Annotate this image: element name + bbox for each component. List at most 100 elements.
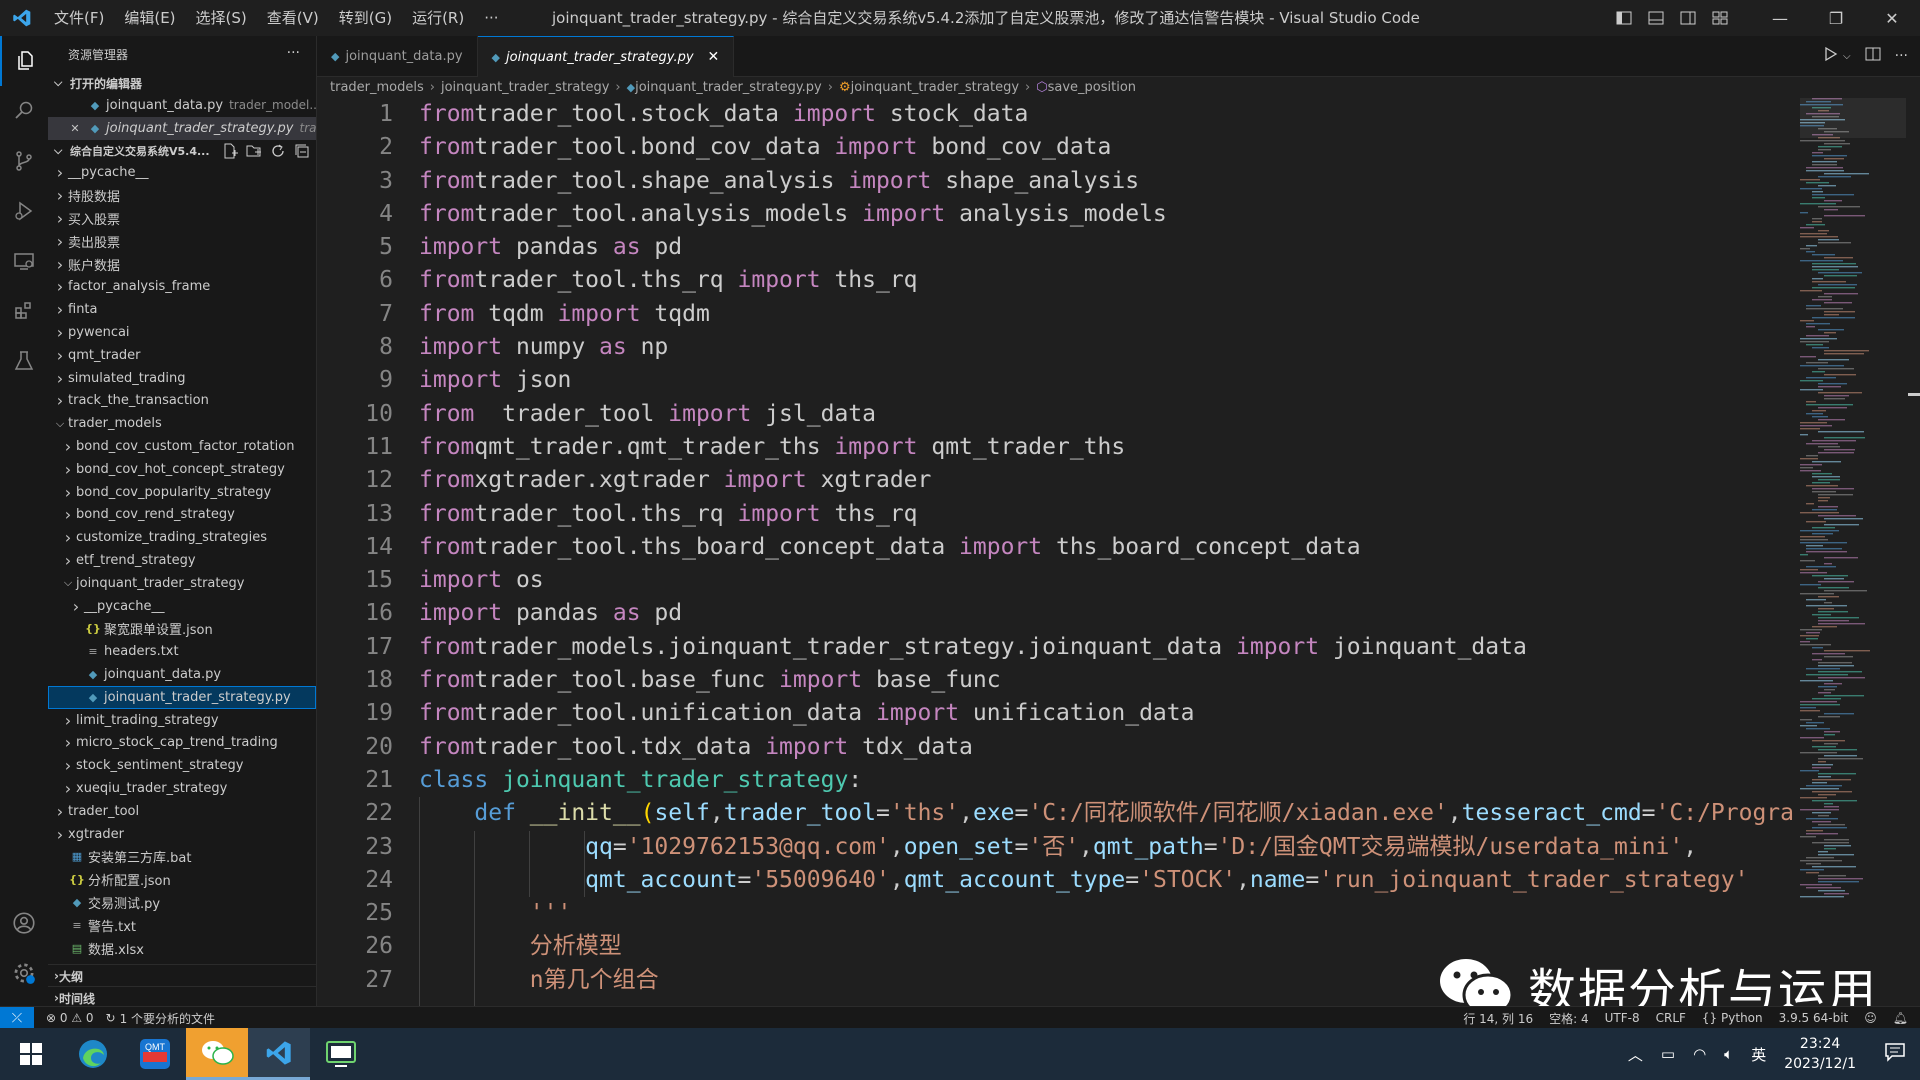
extensions-icon[interactable] (0, 286, 48, 336)
tree-folder[interactable]: › 卖出股票 (48, 230, 316, 253)
split-editor-icon[interactable] (1865, 46, 1881, 66)
tree-file[interactable]: ◆ 交易测试.py (48, 891, 316, 914)
tree-folder[interactable]: › etf_trend_strategy (48, 549, 316, 572)
menu-item-5[interactable]: 运行(R) (402, 0, 474, 36)
collapse-all-icon[interactable] (294, 143, 310, 159)
feedback-icon[interactable]: ☺ (1864, 1011, 1877, 1025)
tree-folder[interactable]: ⌵ joinquant_trader_strategy (48, 572, 316, 595)
tree-folder[interactable]: › xueqiu_trader_strategy (48, 777, 316, 800)
tree-folder[interactable]: › bond_cov_custom_factor_rotation (48, 435, 316, 458)
show-hidden-icons-icon[interactable]: ︿ (1628, 1044, 1643, 1065)
stock-app-icon[interactable]: QMT (124, 1028, 186, 1080)
edge-browser-icon[interactable] (62, 1028, 124, 1080)
tree-folder[interactable]: › stock_sentiment_strategy (48, 754, 316, 777)
line-ending[interactable]: CRLF (1656, 1011, 1686, 1025)
menu-item-2[interactable]: 选择(S) (186, 0, 257, 36)
outline-section[interactable]: › 大纲 (48, 964, 322, 987)
accounts-icon[interactable] (0, 898, 48, 948)
breadcrumb-item[interactable]: joinquant_trader_strategy (851, 80, 1019, 95)
python-interpreter[interactable]: 3.9.5 64-bit (1779, 1011, 1849, 1025)
tree-folder[interactable]: › finta (48, 298, 316, 321)
minimap[interactable] (1800, 98, 1912, 1002)
cursor-position[interactable]: 行 14, 列 16 (1463, 1010, 1533, 1027)
open-editor-item[interactable]: ✕ ◆ joinquant_trader_strategy.py tra... (48, 116, 316, 140)
breadcrumb-item[interactable]: joinquant_trader_strategy (441, 80, 609, 95)
tree-folder[interactable]: › pywencai (48, 321, 316, 344)
volume-icon[interactable]: 🔈︎ (1724, 1045, 1733, 1063)
tree-folder[interactable]: › xgtrader (48, 823, 316, 846)
new-folder-icon[interactable] (246, 143, 262, 159)
tree-file[interactable]: ▤ 数据.xlsx (48, 937, 316, 960)
chevron-down-icon[interactable]: ⌵ (1843, 51, 1851, 62)
tree-folder[interactable]: › trader_tool (48, 800, 316, 823)
refresh-icon[interactable] (270, 143, 286, 159)
manage-gear-icon[interactable] (0, 948, 48, 998)
start-windows-icon[interactable] (0, 1028, 62, 1080)
workspace-section[interactable]: ⌵ 综合自定义交易系统V5.4... (48, 140, 316, 162)
open-editor-item[interactable]: ◆ joinquant_data.py trader_model... (48, 94, 316, 117)
tree-folder[interactable]: › bond_cov_popularity_strategy (48, 481, 316, 504)
run-debug-icon[interactable] (0, 186, 48, 236)
menu-item-0[interactable]: 文件(F) (44, 0, 114, 36)
tree-folder[interactable]: ⌵ trader_models (48, 412, 316, 435)
breadcrumb-item[interactable]: joinquant_trader_strategy.py (635, 80, 822, 95)
tree-folder[interactable]: › limit_trading_strategy (48, 709, 316, 732)
ime-indicator[interactable]: 英 (1751, 1044, 1766, 1065)
open-editors-section[interactable]: ⌵ 打开的编辑器 (48, 72, 316, 94)
tree-file[interactable]: ≡ headers.txt (48, 640, 316, 663)
remote-desktop-icon[interactable] (310, 1028, 372, 1080)
close-tab-icon[interactable]: ✕ (708, 49, 720, 65)
encoding[interactable]: UTF-8 (1605, 1011, 1640, 1025)
tree-folder[interactable]: › track_the_transaction (48, 390, 316, 413)
breadcrumb-item[interactable]: save_position (1048, 80, 1136, 95)
tree-folder[interactable]: › qmt_trader (48, 344, 316, 367)
remote-explorer-icon[interactable] (0, 236, 48, 286)
tree-folder[interactable]: › simulated_trading (48, 367, 316, 390)
tree-file[interactable]: {} 聚宽跟单设置.json (48, 618, 316, 641)
code-editor[interactable]: 1 fromtrader_tool.stock_data import stock… (317, 98, 1817, 1006)
more-actions-icon[interactable]: ··· (287, 45, 300, 61)
battery-icon[interactable]: ▭ (1661, 1045, 1675, 1063)
close-editor-icon[interactable]: ✕ (64, 122, 86, 135)
menu-item-6[interactable]: ··· (474, 0, 508, 36)
language-mode[interactable]: {} Python (1702, 1011, 1763, 1025)
tree-file[interactable]: ◆ joinquant_data.py (48, 663, 316, 686)
search-icon[interactable] (0, 86, 48, 136)
tab-inactive[interactable]: ◆ joinquant_data.py (317, 36, 478, 76)
tree-folder[interactable]: › factor_analysis_frame (48, 276, 316, 299)
toggle-secondary-sidebar-icon[interactable] (1672, 0, 1704, 36)
tree-file[interactable]: ≡ 警告.txt (48, 914, 316, 937)
tree-folder[interactable]: › bond_cov_rend_strategy (48, 504, 316, 527)
customize-layout-icon[interactable] (1704, 0, 1736, 36)
tab-active[interactable]: ◆ joinquant_trader_strategy.py ✕ (477, 36, 735, 77)
wechat-app-icon[interactable] (186, 1028, 248, 1080)
more-editor-actions-icon[interactable]: ··· (1895, 48, 1908, 64)
wifi-icon[interactable]: ◠ (1693, 1045, 1706, 1063)
notification-center-icon[interactable] (1884, 1042, 1906, 1066)
menu-item-4[interactable]: 转到(G) (329, 0, 402, 36)
remote-icon[interactable]: ⤫ (0, 1007, 34, 1029)
minimap-slider[interactable] (1800, 98, 1912, 138)
tree-folder[interactable]: › bond_cov_hot_concept_strategy (48, 458, 316, 481)
tree-folder[interactable]: › 买入股票 (48, 207, 316, 230)
indentation[interactable]: 空格: 4 (1549, 1010, 1589, 1027)
editor-scrollbar[interactable] (1906, 98, 1920, 1002)
analysis-indicator[interactable]: ↻ 1 个要分析的文件 (106, 1010, 216, 1027)
close-window-button[interactable]: ✕ (1864, 0, 1920, 36)
restore-button[interactable]: ❐ (1808, 0, 1864, 36)
tree-folder[interactable]: › __pycache__ (48, 595, 316, 618)
breadcrumb-item[interactable]: trader_models (330, 80, 424, 95)
menu-item-1[interactable]: 编辑(E) (114, 0, 185, 36)
menu-item-3[interactable]: 查看(V) (257, 0, 329, 36)
vscode-app-icon[interactable] (248, 1028, 310, 1080)
toggle-sidebar-icon[interactable] (1608, 0, 1640, 36)
tree-folder[interactable]: › micro_stock_cap_trend_trading (48, 732, 316, 755)
run-python-icon[interactable] (1823, 46, 1839, 66)
tree-folder[interactable]: › __pycache__ (48, 162, 316, 185)
tree-folder[interactable]: › 账户数据 (48, 253, 316, 276)
testing-icon[interactable] (0, 336, 48, 386)
new-file-icon[interactable] (222, 143, 238, 159)
problems-indicator[interactable]: ⊗ 0 ⚠ 0 (46, 1011, 94, 1025)
clock[interactable]: 23:24 2023/12/1 (1784, 1034, 1856, 1074)
tree-folder[interactable]: › customize_trading_strategies (48, 526, 316, 549)
